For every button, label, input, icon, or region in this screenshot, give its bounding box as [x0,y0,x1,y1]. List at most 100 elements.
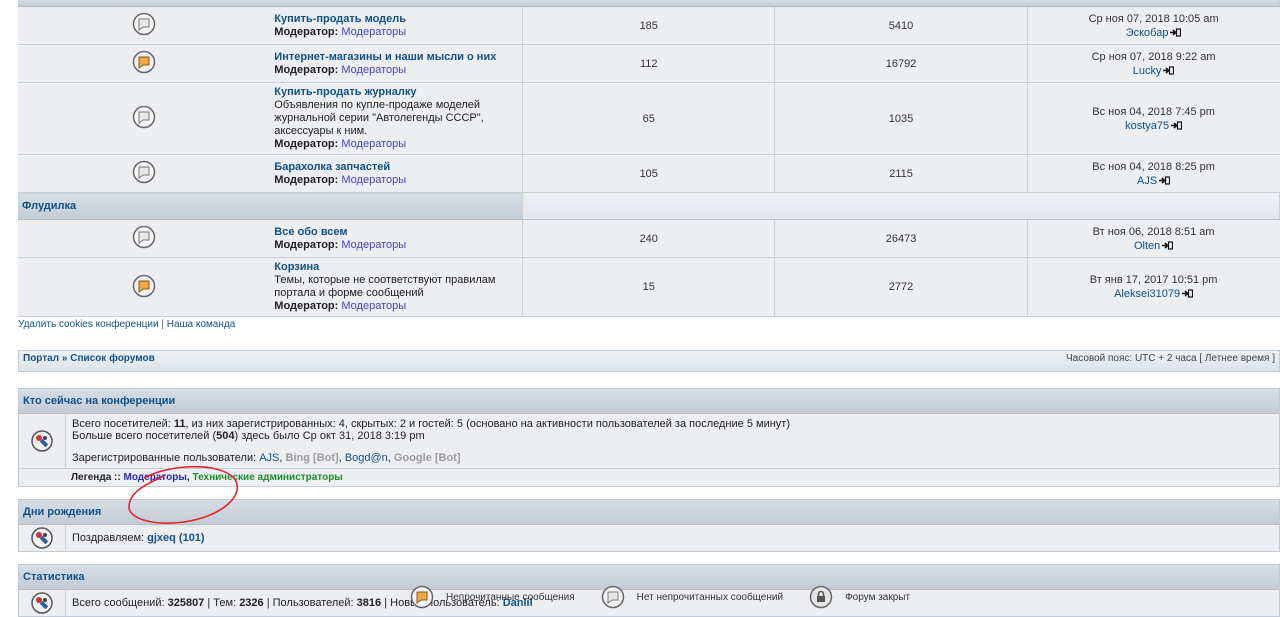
moderator-label: Модератор: [274,138,339,150]
forum-row: Купить-продать модель Модератор: Модерато… [18,6,1280,45]
whois-online-icon [31,430,53,452]
posts-count: 2772 [774,257,1028,317]
forum-title-link[interactable]: Интернет-магазины и наши мысли о них [274,51,496,63]
read-forum-icon [132,160,156,184]
forum-description: Темы, которые не соответствуют правилам … [274,274,496,299]
delete-cookies-link[interactable]: Удалить cookies конференции [18,319,159,330]
posts-count: 26473 [774,219,1028,258]
moderator-label: Модератор: [274,300,339,312]
read-forum-icon [132,12,156,36]
last-post-cell: Вт ноя 06, 2018 8:51 am Olten [1027,219,1280,258]
last-post-cell: Ср ноя 07, 2018 10:05 am Эскобар [1027,6,1280,45]
online-user-link[interactable]: Bogd@n [345,452,388,464]
topics-count: 185 [522,6,776,45]
legend-locked: Форум закрыт [845,591,911,603]
last-post-cell: Вс ноя 04, 2018 8:25 pm AJS [1027,154,1280,193]
whois-online-icon [31,527,53,549]
stats-icon [19,590,66,616]
online-icon [19,414,66,468]
forum-title-link[interactable]: Купить-продать модель [274,13,406,25]
moderators-link[interactable]: Модераторы [341,300,406,312]
forum-title-link[interactable]: Барахолка запчастей [274,161,390,173]
moderators-link[interactable]: Модераторы [341,174,406,186]
last-post-date: Вс ноя 04, 2018 8:25 pm [1092,160,1215,173]
team-link[interactable]: Наша команда [167,319,236,330]
breadcrumb-forum-list[interactable]: Список форумов [70,353,155,364]
moderator-label: Модератор: [274,173,339,186]
online-block: Кто сейчас на конференции Всего посетите… [18,388,1280,487]
goto-last-post-icon[interactable] [1182,289,1194,298]
read-forum-icon [132,225,156,249]
last-post-author[interactable]: Lucky [1133,65,1162,77]
posts-count: 2115 [774,154,1028,193]
topics-count: 112 [522,44,776,83]
legend-read: Нет непрочитанных сообщений [636,591,784,603]
last-post-date: Вс ноя 04, 2018 7:45 pm [1092,105,1215,118]
forum-row: Все обо всем Модератор: Модераторы 240 2647… [18,219,1280,258]
legend-unread: Непрочитанные сообщения [446,591,575,603]
goto-last-post-icon[interactable] [1170,27,1182,37]
whois-online-icon [31,592,53,614]
goto-last-post-icon[interactable] [1162,240,1174,250]
online-user-link[interactable]: AJS [259,452,279,464]
timezone-label: Часовой пояс: UTC + 2 часа [ Летнее врем… [1065,353,1275,364]
legend-moderators-link[interactable]: Модераторы [123,472,186,483]
unread-forum-icon [132,274,156,297]
posts-count: 5410 [774,6,1028,45]
posts-count: 1035 [774,82,1028,155]
topics-count: 65 [522,82,776,155]
last-post-author[interactable]: AJS [1137,175,1157,187]
registered-users: Зарегистрированные пользователи: AJS, Bi… [72,452,461,464]
forum-row: Барахолка запчастей Модератор: Модераторы… [18,154,1280,193]
icon-legend: Непрочитанные сообщения Нет непрочитанны… [410,585,936,609]
category-row: Флудилка [18,192,1280,220]
category-title[interactable]: Флудилка [18,192,524,220]
posts-count: 16792 [774,44,1028,83]
online-title: Кто сейчас на конференции [19,389,1279,414]
forum-title-link[interactable]: Корзина [274,261,319,273]
last-post-author[interactable]: Эскобар [1126,27,1169,39]
topics-count: 240 [522,219,776,258]
legend-admins-link[interactable]: Технические администраторы [192,472,342,483]
forum-row: Купить-продать журналку Объявления по куп… [18,82,1280,155]
online-record: Больше всего посетителей (504) здесь был… [72,430,425,442]
breadcrumb-portal[interactable]: Портал [23,353,59,364]
goto-last-post-icon[interactable] [1163,65,1175,75]
locked-forum-icon [809,585,833,609]
birthday-user-link[interactable]: gjxeq (101) [147,532,204,544]
moderator-label: Модератор: [274,238,339,251]
forum-title-link[interactable]: Все обо всем [274,226,347,238]
last-post-author[interactable]: Olten [1134,240,1160,252]
breadcrumb-bar: Портал » Список форумов Часовой пояс: UT… [18,350,1280,372]
last-post-date: Вт ноя 06, 2018 8:51 am [1092,225,1215,238]
moderators-link[interactable]: Модераторы [341,64,406,76]
last-post-date: Ср ноя 07, 2018 10:05 am [1088,12,1219,25]
online-summary: Всего посетителей: 11, из них зарегистри… [72,418,790,430]
moderators-link[interactable]: Модераторы [341,138,406,150]
moderator-label: Модератор: [274,63,339,76]
birthdays-block: Дни рождения Поздравляем: gjxeq (101) [18,499,1280,552]
moderator-label: Модератор: [274,25,339,38]
birthdays-icon [19,525,66,551]
breadcrumb: Портал » Список форумов [23,353,155,364]
forum-title-link[interactable]: Купить-продать журналку [274,86,416,98]
forum-row: Интернет-магазины и наши мысли о них Моде… [18,44,1280,83]
last-post-date: Вт янв 17, 2017 10:51 pm [1089,274,1218,286]
moderators-link[interactable]: Модераторы [341,26,406,38]
last-post-date: Ср ноя 07, 2018 9:22 am [1091,50,1216,63]
unread-forum-icon [410,585,434,609]
goto-last-post-icon[interactable] [1171,120,1183,130]
forum-page: Купить-продать модель Модератор: Модерато… [18,0,1280,617]
online-user-link[interactable]: Bing [Bot] [286,452,339,464]
moderators-link[interactable]: Модераторы [341,239,406,251]
topics-count: 15 [522,257,776,317]
last-post-cell: Ср ноя 07, 2018 9:22 am Lucky [1027,44,1280,83]
forum-row: Корзина Темы, которые не соответствуют пр… [18,257,1280,317]
last-post-author[interactable]: kostya75 [1125,120,1169,132]
online-user-link[interactable]: Google [Bot] [394,452,461,464]
forum-description: Объявления по купле-продаже моделей журн… [274,99,484,137]
last-post-author[interactable]: Aleksei31079 [1114,288,1180,300]
topics-count: 105 [522,154,776,193]
last-post-cell: Вс ноя 04, 2018 7:45 pm kostya75 [1027,82,1280,155]
goto-last-post-icon[interactable] [1159,175,1171,185]
